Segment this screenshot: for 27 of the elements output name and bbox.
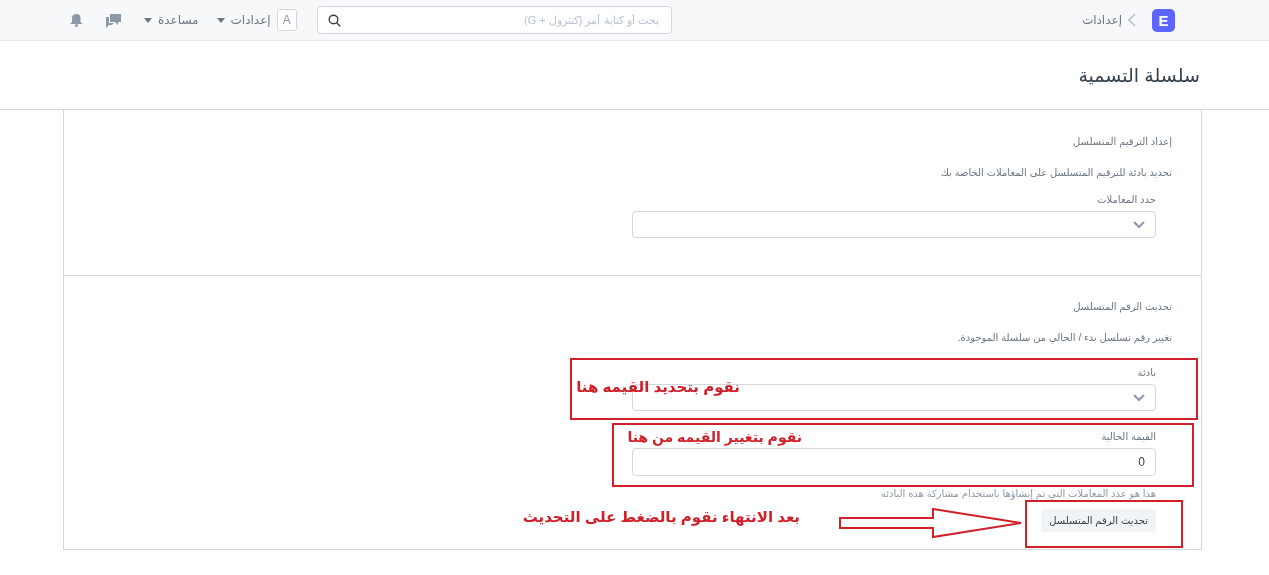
chevron-down-icon [1133,393,1145,402]
input-field[interactable]: 0 [632,448,1156,476]
help-text: هذا هو عدد المعاملات التي تم إنشاؤها باستخدام مشاركة هذه البادئة [880,488,1156,499]
update-button[interactable]: تحديث الرقم المتسلسل [1041,509,1156,532]
field-label: بادئة [1137,367,1156,378]
section-title: إعداد الترقيم المتسلسل [1073,136,1172,147]
app-logo[interactable]: E [1152,8,1175,32]
section-title: تحديث الرقم المتسلسل [1073,301,1172,312]
chevron-left-icon [1128,13,1136,27]
bell-icon[interactable] [70,13,83,27]
breadcrumb-link[interactable]: إعدادات [1081,13,1122,27]
field-label: حدد المعاملات [1097,194,1156,205]
menu-dropdown[interactable]: إعدادات [216,13,271,27]
section-description: تحديد بادئة للترقيم المتسلسل على المعاملات الخاصة بك [940,167,1172,178]
user-avatar[interactable]: A [276,9,297,31]
chat-icon[interactable] [105,12,122,28]
menu-dropdown[interactable]: مساعدة [144,13,199,27]
page-title: سلسلة التسمية [0,41,1269,110]
chevron-down-icon [1133,220,1145,229]
field-label: القيمة الحالية [1101,431,1156,442]
section-description: تغيير رقم تسلسل بدء / الحالي من سلسلة الموجودة. [957,332,1172,343]
annotation-text: نقوم بتغيير القيمه من هنا [626,428,802,448]
caret-icon [216,17,225,23]
search-icon [327,13,341,27]
select-field[interactable] [632,211,1156,238]
annotation-text: بعد الانتهاء نقوم بالضغط على التحديث [521,507,800,527]
caret-icon [144,17,152,23]
